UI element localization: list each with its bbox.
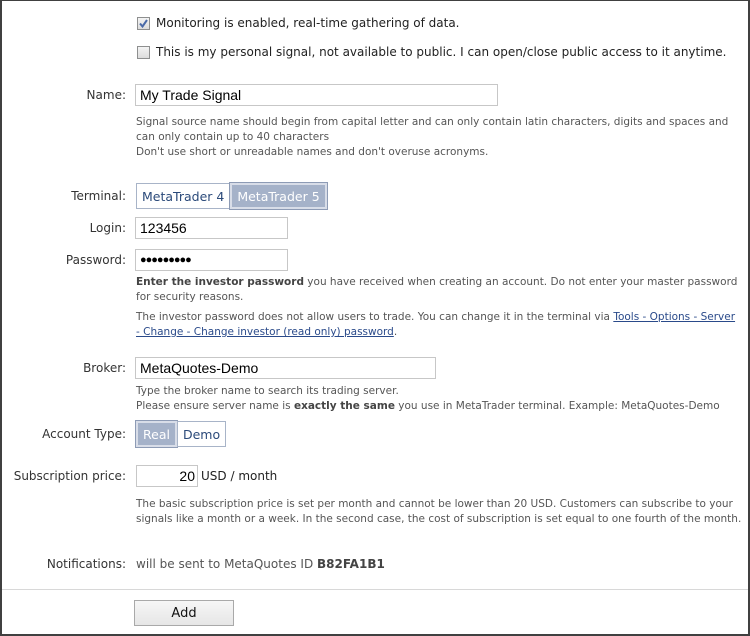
broker-hint-line2: Please ensure server name is exactly the… [136, 399, 742, 414]
account-type-option-demo[interactable]: Demo [176, 421, 227, 447]
broker-hint-prefix: Please ensure server name is [136, 400, 294, 412]
password-hint2-prefix: The investor password does not allow use… [136, 311, 614, 323]
broker-hint: Type the broker name to search its tradi… [136, 384, 742, 414]
subscription-unit: USD / month [201, 469, 278, 483]
password-label: Password: [65, 253, 126, 267]
login-input[interactable]: 123456 [135, 217, 288, 239]
footer-divider [2, 589, 748, 590]
metaquotes-id: B82FA1B1 [317, 557, 385, 571]
name-hint-line2: Don't use short or unreadable names and … [136, 146, 489, 158]
password-hint-line2: The investor password does not allow use… [136, 310, 742, 340]
terminal-option-mt4[interactable]: MetaTrader 4 [136, 183, 231, 209]
terminal-label: Terminal: [71, 189, 126, 203]
broker-hint-line1: Type the broker name to search its tradi… [136, 385, 399, 397]
account-type-label: Account Type: [42, 427, 126, 441]
broker-hint-suffix: you use in MetaTrader terminal. Example:… [394, 400, 720, 412]
password-hint: Enter the investor password you have rec… [136, 275, 742, 340]
password-input[interactable]: ●●●●●●●●● [135, 249, 288, 271]
personal-signal-checkbox-label: This is my personal signal, not availabl… [156, 45, 727, 59]
monitoring-checkbox[interactable] [137, 17, 150, 30]
notifications-label: Notifications: [46, 557, 126, 571]
name-label: Name: [86, 88, 126, 102]
login-label: Login: [89, 221, 126, 235]
account-type-option-real[interactable]: Real [135, 420, 178, 448]
add-button[interactable]: Add [134, 600, 234, 626]
password-hint-bold: Enter the investor password [136, 276, 304, 288]
terminal-toggle: MetaTrader 4 MetaTrader 5 [136, 182, 328, 210]
subscription-price-input[interactable]: 20 [136, 465, 198, 487]
broker-hint-bold: exactly the same [293, 400, 395, 412]
account-type-toggle: Real Demo [135, 420, 227, 448]
name-hint: Signal source name should begin from cap… [136, 115, 742, 160]
subscription-hint: The basic subscription price is set per … [136, 498, 742, 525]
broker-input[interactable]: MetaQuotes-Demo [135, 357, 436, 379]
password-hint2-suffix: . [393, 326, 398, 338]
personal-signal-checkbox[interactable] [137, 46, 150, 59]
notifications-text: will be sent to MetaQuotes ID [136, 557, 318, 571]
broker-label: Broker: [83, 361, 126, 375]
subscription-price-label: Subscription price: [13, 469, 126, 483]
notifications-value: will be sent to MetaQuotes ID B82FA1B1 [136, 557, 385, 571]
name-hint-line1: Signal source name should begin from cap… [136, 116, 729, 143]
monitoring-checkbox-label: Monitoring is enabled, real-time gatheri… [156, 16, 460, 30]
terminal-option-mt5[interactable]: MetaTrader 5 [229, 182, 328, 210]
password-hint-line1: Enter the investor password you have rec… [136, 275, 742, 305]
name-input[interactable]: My Trade Signal [135, 84, 498, 106]
checkmark-icon [139, 19, 148, 29]
